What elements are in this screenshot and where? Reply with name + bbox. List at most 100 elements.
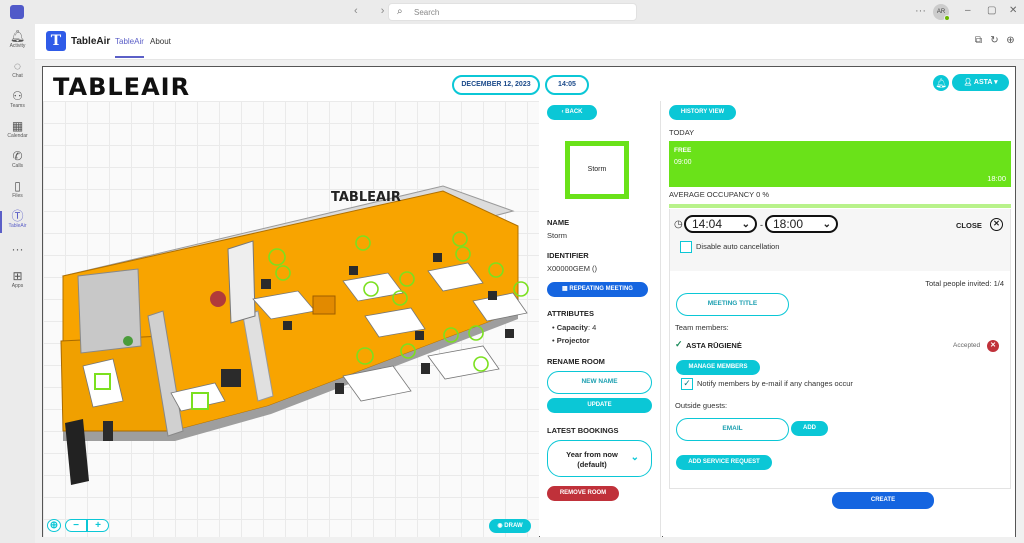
rail-item-files[interactable]: ▯ Files [0,179,35,209]
rail-item-calls[interactable]: ✆ Calls [0,149,35,179]
free-timeslot[interactable]: FREE 09:00 18:00 [669,141,1011,187]
tableair-icon: Ⓣ [11,209,24,223]
app-header: T TableAir TableAir About ⧉ ↻ ⊕ [35,24,1024,60]
rail-item-calendar[interactable]: ▦ Calendar [0,119,35,149]
file-icon: ▯ [14,179,21,193]
identifier-heading: IDENTIFIER [547,251,589,260]
rail-label: Activity [9,43,26,49]
close-label[interactable]: CLOSE [956,221,982,230]
rail-item-teams[interactable]: ⚇ Teams [0,89,35,119]
occupancy-bar [669,204,1011,208]
attribute-value: : 4 [587,323,597,332]
rail-more-icon[interactable]: ··· [0,242,35,272]
tableair-frame: TABLEAIR DECEMBER 12, 2023 14:05 🔔︎ 👤︎ A… [42,66,1016,537]
manage-members-button[interactable]: MANAGE MEMBERS [676,360,760,375]
add-service-request-button[interactable]: ADD SERVICE REQUEST [676,455,772,470]
latest-bookings-value: Year from now (default) [566,450,618,469]
close-window-icon[interactable]: ✕ [1009,5,1017,16]
avatar[interactable]: AR [933,4,950,21]
floor-plan[interactable]: TABLEAIR ⊕ − + ◉ DRAW [43,101,539,537]
app-name: TableAir [71,36,111,47]
repeating-meeting-button[interactable]: ▦ REPEATING MEETING [547,282,648,297]
new-name-input[interactable]: NEW NAME [547,371,652,394]
notification-bell-icon[interactable]: 🔔︎ [933,75,949,91]
recenter-icon[interactable]: ⊕ [47,519,61,532]
attribute-key: Capacity [556,323,588,332]
notify-members-label: Notify members by e-mail if any changes … [697,379,853,388]
refresh-icon[interactable]: ↻ [989,35,1000,46]
divider [660,101,661,537]
rail-label: Chat [12,73,23,79]
update-button[interactable]: UPDATE [547,398,652,413]
tab-tableair[interactable]: TableAir [115,37,144,58]
rail-label: Calls [11,163,24,169]
phone-icon: ✆ [12,149,23,163]
disable-auto-cancellation-checkbox[interactable] [680,241,692,253]
minimize-icon[interactable]: – [965,5,971,16]
rail-label: Files [12,193,23,199]
rail-label: Calendar [7,133,28,139]
user-icon: 👤︎ [963,79,974,86]
time-separator: - [760,220,763,230]
chat-icon: ◌ [13,59,22,73]
rename-heading: RENAME ROOM [547,357,605,366]
attribute-projector: • Projector [552,336,590,345]
rail-item-tableair[interactable]: Ⓣ TableAir [0,209,35,239]
bell-icon: 🔔︎ [9,29,26,43]
apps-icon: ⊞ [12,269,23,283]
more-options-icon[interactable]: ··· [915,5,926,17]
teams-icon: ⚇ [12,89,23,103]
zoom-in-button[interactable]: + [87,519,109,532]
shelf [227,240,256,324]
user-menu-button[interactable]: 👤︎ ASTA ▾ [952,74,1009,91]
tab-about[interactable]: About [150,37,171,46]
popout-icon[interactable]: ⧉ [973,35,984,46]
rail-item-chat[interactable]: ◌ Chat [0,59,35,89]
room-identifier: X00000GEM () [547,264,598,273]
outside-guests-label: Outside guests: [675,401,728,410]
meeting-title-input[interactable]: MEETING TITLE [676,293,789,316]
room-details-panel: ‹ BACK Storm NAME Storm IDENTIFIER X0000… [540,101,662,537]
search-input[interactable]: ⌕ Search [388,3,637,21]
remove-member-icon[interactable]: ✕ [987,340,999,352]
globe-icon[interactable]: ⊕ [1005,35,1016,46]
notify-members-checkbox[interactable]: ✓ [681,378,693,390]
room-name: Storm [547,231,568,240]
latest-bookings-select[interactable]: Year from now (default) ⌄ [547,440,652,477]
repeating-label: REPEATING MEETING [569,286,633,292]
meeting-form: Total people invited: 1/4 MEETING TITLE … [669,271,1011,489]
chevron-down-icon: ⌄ [630,452,639,463]
latest-bookings-heading: LATEST BOOKINGS [547,426,619,435]
user-name: ASTA [973,79,993,86]
back-button[interactable]: ‹ BACK [547,105,597,120]
maximize-icon[interactable]: ▢ [987,5,996,16]
time-to-select[interactable]: 18:00 ⌄ [765,215,838,233]
time-picker[interactable]: 14:05 [545,75,589,95]
history-view-button[interactable]: HISTORY VIEW [669,105,736,120]
zoom-out-button[interactable]: − [65,519,87,532]
remove-room-button[interactable]: REMOVE ROOM [547,486,619,501]
time-from-select[interactable]: 14:04 ⌄ [684,215,757,233]
draw-button[interactable]: ◉ DRAW [489,519,531,533]
email-input[interactable]: EMAIL [676,418,789,441]
plant [123,336,133,346]
calendar-icon: ▦ [11,119,24,133]
add-guest-button[interactable]: ADD [791,421,828,436]
average-occupancy: AVERAGE OCCUPANCY 0 % [669,190,770,199]
search-icon: ⌕ [397,6,403,17]
teams-logo-icon [10,5,24,19]
total-invited: Total people invited: 1/4 [925,279,1004,288]
create-button[interactable]: CREATE [832,492,934,509]
chevron-down-icon: ⌄ [822,219,831,230]
close-icon[interactable]: ✕ [990,218,1003,231]
date-picker[interactable]: DECEMBER 12, 2023 [452,75,540,95]
rail-item-activity[interactable]: 🔔︎ Activity [0,29,35,59]
attributes-heading: ATTRIBUTES [547,309,594,318]
draw-label: DRAW [504,523,523,529]
rail-item-apps[interactable]: ⊞ Apps [0,269,35,299]
booking-panel: HISTORY VIEW TODAY FREE 09:00 18:00 AVER… [663,101,1015,537]
tableair-app-icon: T [46,31,66,51]
room-preview-name: Storm [587,166,607,173]
wall-logo: TABLEAIR [331,190,401,205]
rail-label: TableAir [8,223,27,229]
